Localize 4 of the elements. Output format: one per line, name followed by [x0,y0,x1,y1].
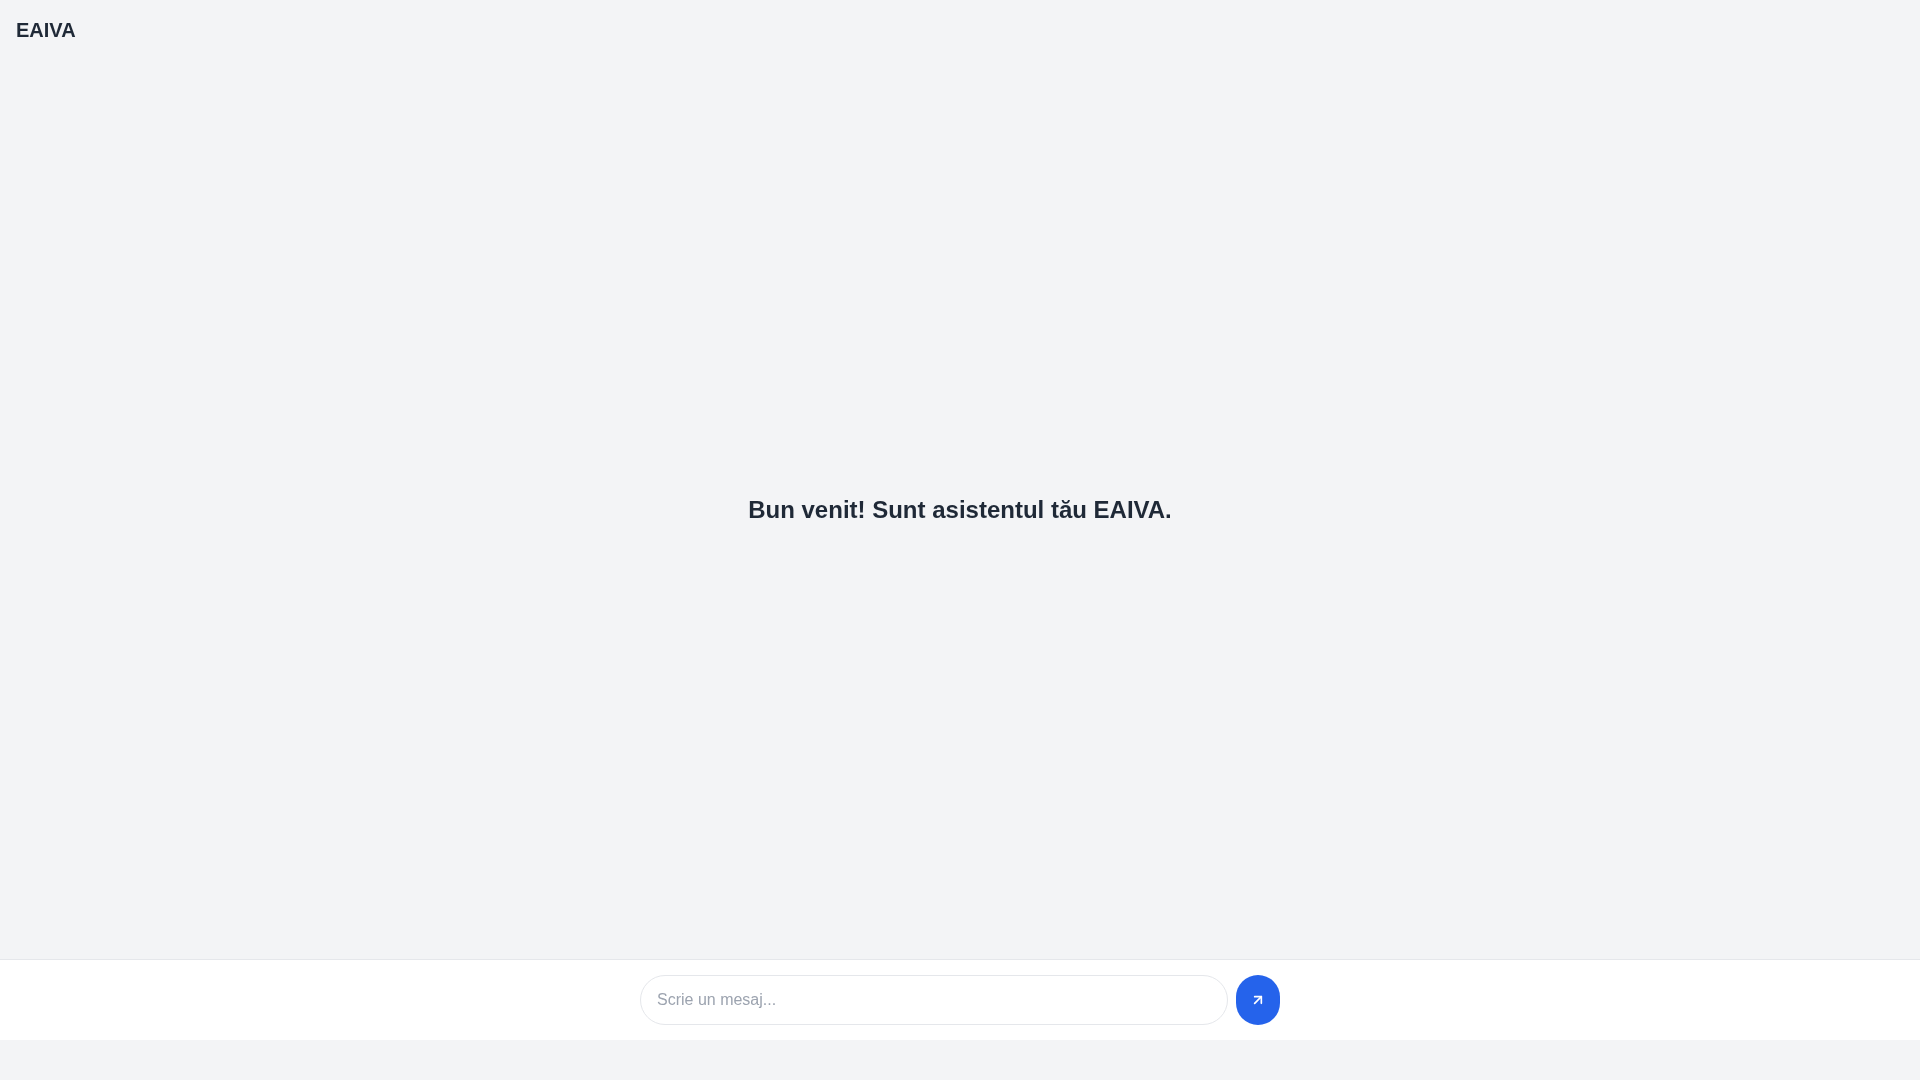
welcome-message: Bun venit! Sunt asistentul tău EAIVA. [748,494,1172,525]
app-logo: EAIVA [16,18,76,43]
message-input[interactable]: Scrie un mesaj... [640,975,1228,1025]
send-button[interactable] [1236,975,1280,1025]
